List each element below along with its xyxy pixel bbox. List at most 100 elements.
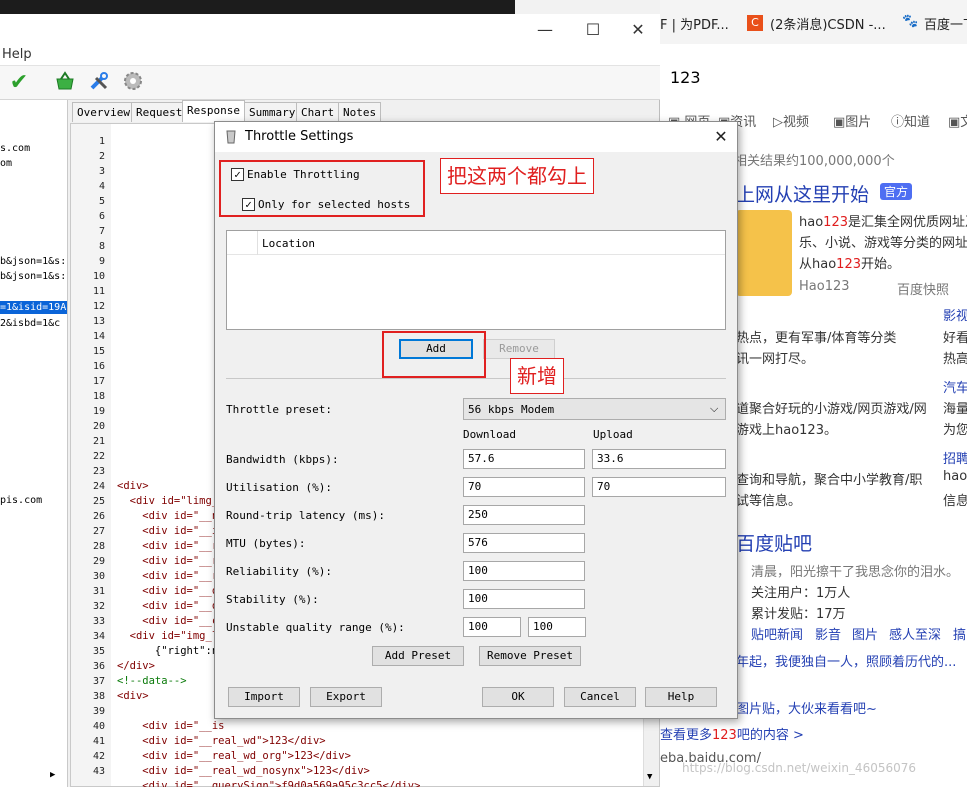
utilisation-upload-input[interactable]: 70 bbox=[592, 477, 726, 497]
snippet-part: 从hao bbox=[799, 257, 837, 272]
tieba-link[interactable]: 图片 bbox=[852, 624, 878, 643]
mtu-label: MTU (bytes): bbox=[226, 537, 306, 550]
nav-item-wenku[interactable]: ▣文 bbox=[948, 111, 967, 130]
tieba-link[interactable]: 感人至深 bbox=[889, 624, 941, 643]
result-source[interactable]: Hao123 bbox=[799, 279, 850, 294]
browser-tab[interactable]: F | 为PDF... bbox=[660, 14, 729, 33]
host-location-list[interactable]: Location bbox=[226, 230, 726, 330]
nav-item-video[interactable]: ▷视频 bbox=[773, 111, 809, 130]
baidu-paw-icon: 🐾 bbox=[902, 14, 919, 29]
tab-notes[interactable]: Notes bbox=[338, 102, 382, 122]
tieba-link[interactable]: 影音 bbox=[815, 624, 841, 643]
tab-chart[interactable]: Chart bbox=[296, 102, 340, 122]
line-number: 1 bbox=[98, 136, 105, 147]
code-line: <div id="__re bbox=[117, 540, 225, 552]
throttle-preset-select[interactable]: 56 kbps Modem ⌵ bbox=[463, 398, 726, 420]
session-item[interactable]: 2&isbd=1&c bbox=[0, 317, 67, 330]
line-number: 29 bbox=[92, 556, 105, 567]
more-highlight: 123 bbox=[712, 728, 737, 743]
remove-preset-button[interactable]: Remove Preset bbox=[479, 646, 581, 666]
nav-item-zhidao[interactable]: ⓘ知道 bbox=[891, 111, 930, 130]
code-line: <div> bbox=[117, 480, 149, 492]
tab-overview[interactable]: Overview bbox=[72, 102, 135, 122]
add-preset-button[interactable]: Add Preset bbox=[372, 646, 464, 666]
search-box[interactable]: 123 bbox=[660, 58, 967, 98]
result-snippet: 游戏上hao123。 bbox=[736, 423, 837, 438]
result-thumbnail[interactable] bbox=[736, 210, 792, 296]
scroll-right-icon[interactable]: ▶ bbox=[50, 770, 55, 780]
side-text: hao bbox=[943, 469, 967, 484]
side-link[interactable]: 招聘 bbox=[943, 448, 967, 467]
tieba-link[interactable]: 贴吧新闻 bbox=[751, 624, 803, 643]
column-divider bbox=[257, 231, 258, 255]
gear-icon[interactable] bbox=[120, 70, 146, 96]
tieba-link[interactable]: 搞 bbox=[953, 624, 966, 643]
basket-icon[interactable] bbox=[52, 70, 78, 96]
line-number: 11 bbox=[92, 286, 105, 297]
side-text: 海量 bbox=[943, 402, 967, 417]
result-snippet: 查询和导航，聚合中小学教育/职 bbox=[736, 473, 923, 488]
browser-tab[interactable]: (2条消息)CSDN -... bbox=[770, 14, 886, 33]
utilisation-download-input[interactable]: 70 bbox=[463, 477, 585, 497]
side-link[interactable]: 汽车 bbox=[943, 377, 967, 396]
scroll-down-icon[interactable]: ▼ bbox=[647, 772, 652, 782]
line-number: 32 bbox=[92, 601, 105, 612]
code-line: <div id="__is bbox=[117, 720, 225, 732]
tieba-more[interactable]: 图片贴，大伙来看看吧~ bbox=[736, 698, 877, 717]
line-number: 33 bbox=[92, 616, 105, 627]
tab-summary[interactable]: Summary bbox=[244, 102, 301, 122]
more-part: 查看更多 bbox=[660, 728, 713, 743]
session-item-selected[interactable]: =1&isid=19A bbox=[0, 301, 67, 314]
ok-button[interactable]: OK bbox=[482, 687, 554, 707]
menu-help[interactable]: Help bbox=[2, 47, 32, 62]
bandwidth-upload-input[interactable]: 33.6 bbox=[592, 449, 726, 469]
nav-label: 文 bbox=[960, 115, 967, 130]
line-number-gutter: 1 2 3 4 5 6 7 8 9 10 11 12 13 14 15 16 1… bbox=[71, 124, 111, 786]
side-link[interactable]: 影视 bbox=[943, 305, 967, 324]
throttle-preset-value: 56 kbps Modem bbox=[468, 403, 555, 416]
rtt-input[interactable]: 250 bbox=[463, 505, 585, 525]
stability-input[interactable]: 100 bbox=[463, 589, 585, 609]
unstable-range-label: Unstable quality range (%): bbox=[226, 621, 405, 634]
code-line: </div> bbox=[117, 660, 155, 672]
session-list[interactable]: s.com om b&json=1&s: b&json=1&s: =1&isid… bbox=[0, 100, 68, 787]
location-column-header[interactable]: Location bbox=[262, 237, 315, 250]
minimize-icon[interactable]: — bbox=[535, 20, 555, 40]
line-number: 37 bbox=[92, 676, 105, 687]
checkmark-icon[interactable]: ✔ bbox=[6, 70, 32, 96]
search-query[interactable]: 123 bbox=[670, 68, 701, 87]
desktop-strip bbox=[0, 0, 515, 14]
code-line: <div id="__re bbox=[117, 570, 225, 582]
import-button[interactable]: Import bbox=[228, 687, 300, 707]
reliability-label: Reliability (%): bbox=[226, 565, 332, 578]
tieba-title[interactable]: 百度贴吧 bbox=[736, 529, 812, 556]
remove-host-button[interactable]: Remove bbox=[483, 339, 555, 359]
export-button[interactable]: Export bbox=[310, 687, 382, 707]
tieba-more-link[interactable]: 查看更多123吧的内容 > bbox=[660, 724, 804, 743]
nav-item-image[interactable]: ▣图片 bbox=[833, 111, 871, 130]
browser-tab[interactable]: 百度一下 bbox=[924, 14, 967, 33]
help-button[interactable]: Help bbox=[645, 687, 717, 707]
bandwidth-download-input[interactable]: 57.6 bbox=[463, 449, 585, 469]
cancel-button[interactable]: Cancel bbox=[564, 687, 636, 707]
snapshot-link[interactable]: 百度快照 bbox=[897, 279, 949, 298]
result-title[interactable]: 上网从这里开始 bbox=[736, 180, 869, 207]
dialog-close-icon[interactable]: ✕ bbox=[711, 127, 731, 147]
tieba-story[interactable]: 年起，我便独自一人，照顾着历代的... bbox=[736, 651, 956, 670]
unstable-range-max-input[interactable]: 100 bbox=[528, 617, 586, 637]
chevron-down-icon: ⌵ bbox=[710, 402, 719, 415]
session-item[interactable]: b&json=1&s: bbox=[0, 255, 67, 268]
tab-response[interactable]: Response bbox=[182, 100, 245, 122]
fiddler-menubar: Help bbox=[0, 44, 660, 66]
session-item[interactable]: s.com bbox=[0, 142, 67, 155]
maximize-icon[interactable]: ☐ bbox=[583, 20, 603, 40]
session-item[interactable]: om bbox=[0, 157, 67, 170]
session-item[interactable]: pis.com bbox=[0, 494, 67, 507]
tab-request[interactable]: Request bbox=[131, 102, 188, 122]
unstable-range-min-input[interactable]: 100 bbox=[463, 617, 521, 637]
mtu-input[interactable]: 576 bbox=[463, 533, 585, 553]
reliability-input[interactable]: 100 bbox=[463, 561, 585, 581]
session-item[interactable]: b&json=1&s: bbox=[0, 270, 67, 283]
close-icon[interactable]: ✕ bbox=[628, 20, 648, 40]
tools-icon[interactable] bbox=[86, 70, 112, 96]
